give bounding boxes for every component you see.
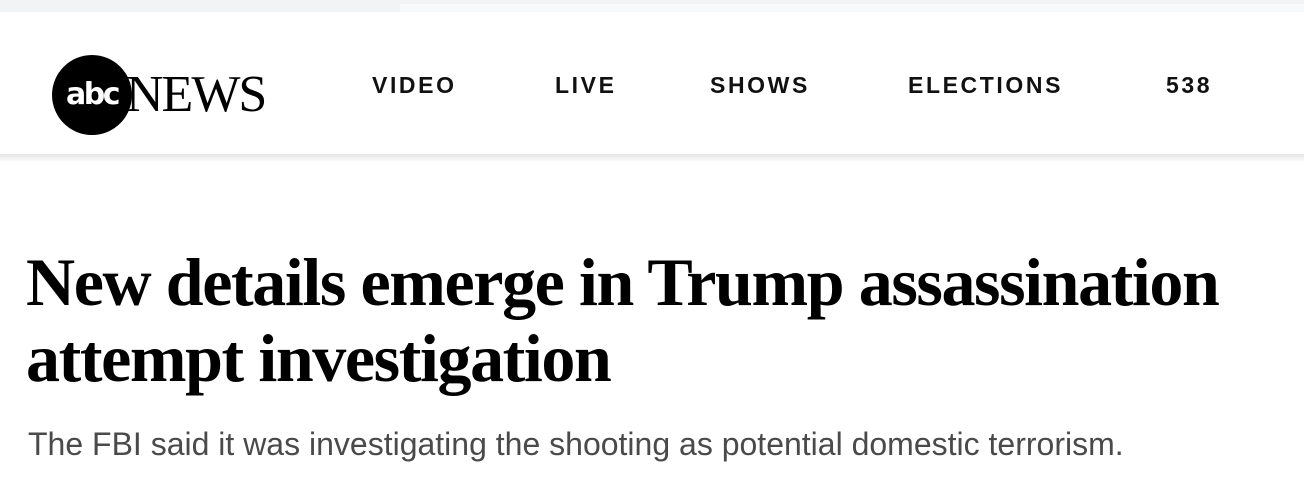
nav-link-538[interactable]: 538 <box>1166 70 1212 100</box>
browser-top-strip <box>0 0 1304 12</box>
nav-link-elections[interactable]: ELECTIONS <box>908 70 1063 100</box>
nav-link-video[interactable]: VIDEO <box>372 70 457 100</box>
abc-news-logo[interactable]: abc NEWS <box>52 48 267 142</box>
news-wordmark: NEWS <box>126 66 267 123</box>
header-divider <box>0 154 1304 162</box>
nav-link-live[interactable]: LIVE <box>555 70 617 100</box>
nav-link-shows[interactable]: SHOWS <box>710 70 810 100</box>
article-dek: The FBI said it was investigating the sh… <box>28 426 1124 462</box>
article-headline: New details emerge in Trump assassinatio… <box>26 244 1220 396</box>
browser-tab-area <box>400 4 1304 12</box>
abc-logo-badge: abc <box>52 55 132 135</box>
site-header: abc NEWS <box>0 12 1304 154</box>
